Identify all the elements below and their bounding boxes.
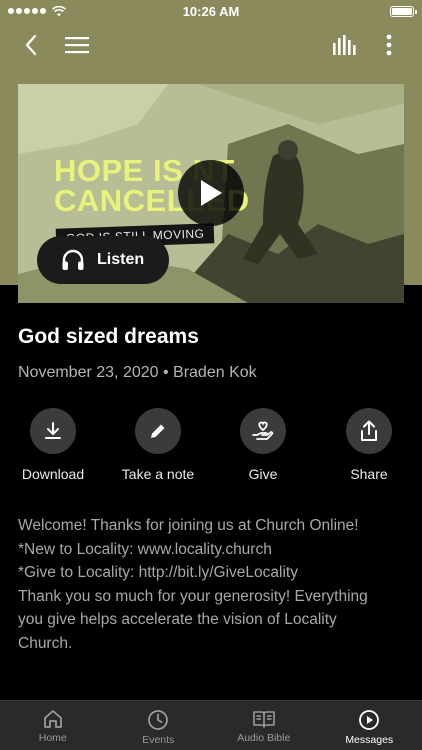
give-circle <box>240 408 286 454</box>
home-icon <box>43 710 62 728</box>
give-button[interactable]: Give <box>210 408 316 482</box>
tab-audio-bible[interactable]: Audio Bible <box>211 701 317 750</box>
equalizer-icon <box>333 35 356 55</box>
take-note-circle <box>135 408 181 454</box>
take-note-label: Take a note <box>121 466 195 482</box>
give-label: Give <box>248 466 278 482</box>
download-icon <box>45 422 61 439</box>
play-icon <box>201 180 222 206</box>
message-description: Welcome! Thanks for joining us at Church… <box>18 514 410 655</box>
description-line: *New to Locality: www.locality.church <box>18 540 272 558</box>
download-button[interactable]: Download <box>0 408 106 482</box>
book-icon <box>252 711 275 728</box>
more-options-button[interactable] <box>374 30 404 60</box>
share-icon <box>361 420 377 441</box>
back-button[interactable] <box>16 30 46 60</box>
message-title: God sized dreams <box>18 325 199 348</box>
share-button[interactable]: Share <box>316 408 422 482</box>
give-icon <box>252 421 274 440</box>
status-bar: 10:26 AM <box>0 0 422 22</box>
download-circle <box>30 408 76 454</box>
tab-messages[interactable]: Messages <box>317 701 422 750</box>
clock-icon <box>148 710 169 730</box>
description-line: Thank you so much for your generosity! E… <box>18 587 368 605</box>
tab-messages-label: Messages <box>345 734 394 746</box>
more-vertical-icon <box>386 34 392 56</box>
tab-home[interactable]: Home <box>0 701 106 750</box>
message-meta: November 23, 2020 • Braden Kok <box>18 364 257 381</box>
tab-audio-bible-label: Audio Bible <box>237 732 291 744</box>
tab-bar: Home Events Audio Bible Messages <box>0 700 422 750</box>
menu-button[interactable] <box>62 30 92 60</box>
tab-events-label: Events <box>142 734 175 746</box>
share-label: Share <box>350 466 388 482</box>
hamburger-icon <box>65 37 89 54</box>
description-line: Welcome! Thanks for joining us at Church… <box>18 517 359 534</box>
message-artwork: HOPE IS NT CANCELLED GOD IS STILL MOVING… <box>18 84 404 303</box>
listen-button[interactable]: Listen <box>37 236 169 284</box>
action-row: Download Take a note Give Share <box>0 408 422 488</box>
listen-label: Listen <box>97 251 145 268</box>
take-note-button[interactable]: Take a note <box>105 408 211 482</box>
audio-levels-button[interactable] <box>330 30 360 60</box>
status-time: 10:26 AM <box>182 4 240 19</box>
nav-bar <box>0 24 422 64</box>
tab-home-label: Home <box>38 732 67 744</box>
chevron-left-icon <box>25 34 37 56</box>
play-button[interactable] <box>178 160 244 226</box>
description-line: you give helps accelerate the vision of … <box>18 611 337 628</box>
description-line: Church. <box>18 634 73 652</box>
share-circle <box>346 408 392 454</box>
description-line: *Give to Locality: http://bit.ly/GiveLoc… <box>18 564 298 581</box>
headphones-icon <box>62 249 84 270</box>
battery-icon <box>390 5 417 17</box>
download-label: Download <box>21 466 85 482</box>
pencil-icon <box>151 424 165 438</box>
play-circle-icon <box>359 710 380 730</box>
tab-events[interactable]: Events <box>106 701 212 750</box>
